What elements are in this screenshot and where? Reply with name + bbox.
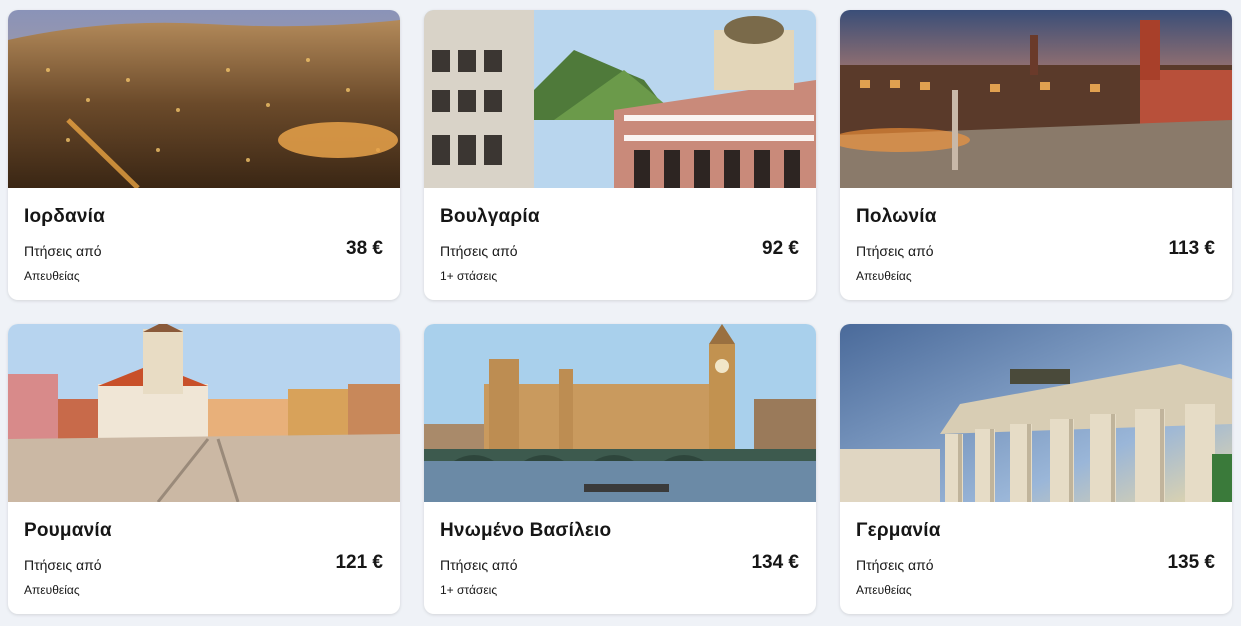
flights-from-label: Πτήσεις από — [24, 243, 102, 259]
destination-name: Ρουμανία — [24, 520, 112, 541]
stops-info: Απευθείας — [856, 583, 912, 597]
destination-card-bulgaria[interactable]: Βουλγαρία Πτήσεις από 92 € 1+ στάσεις — [424, 10, 816, 300]
stops-info: 1+ στάσεις — [440, 269, 498, 283]
brandenburg-gate-photo — [840, 324, 1232, 502]
stops-info: Απευθείας — [24, 583, 80, 597]
destination-name: Πολωνία — [856, 206, 937, 227]
price: 121 € — [335, 552, 383, 573]
flights-from-label: Πτήσεις από — [440, 243, 518, 259]
price: 92 € — [762, 238, 799, 259]
london-westminster-photo — [424, 324, 816, 502]
destination-name: Βουλγαρία — [440, 206, 540, 227]
destination-name: Ιορδανία — [24, 206, 105, 227]
stops-info: 1+ στάσεις — [440, 583, 498, 597]
rila-monastery-photo — [424, 10, 816, 188]
amman-city-photo — [8, 10, 400, 188]
price: 38 € — [346, 238, 383, 259]
destination-grid: Ιορδανία Πτήσεις από 38 € Απευθείας Βουλ… — [0, 0, 1241, 626]
destination-card-jordan[interactable]: Ιορδανία Πτήσεις από 38 € Απευθείας — [8, 10, 400, 300]
flights-from-label: Πτήσεις από — [856, 557, 934, 573]
destination-card-poland[interactable]: Πολωνία Πτήσεις από 113 € Απευθείας — [840, 10, 1232, 300]
flights-from-label: Πτήσεις από — [24, 557, 102, 573]
brasov-council-square-photo — [8, 324, 400, 502]
price: 134 € — [751, 552, 799, 573]
price: 113 € — [1168, 238, 1216, 259]
destination-card-united-kingdom[interactable]: Ηνωμένο Βασίλειο Πτήσεις από 134 € 1+ στ… — [424, 324, 816, 614]
destination-card-germany[interactable]: Γερμανία Πτήσεις από 135 € Απευθείας — [840, 324, 1232, 614]
stops-info: Απευθείας — [24, 269, 80, 283]
flights-from-label: Πτήσεις από — [440, 557, 518, 573]
flights-from-label: Πτήσεις από — [856, 243, 934, 259]
stops-info: Απευθείας — [856, 269, 912, 283]
destination-name: Γερμανία — [856, 520, 941, 541]
destination-name: Ηνωμένο Βασίλειο — [440, 520, 612, 541]
destination-card-romania[interactable]: Ρουμανία Πτήσεις από 121 € Απευθείας — [8, 324, 400, 614]
price: 135 € — [1167, 552, 1215, 573]
warsaw-castle-square-photo — [840, 10, 1232, 188]
